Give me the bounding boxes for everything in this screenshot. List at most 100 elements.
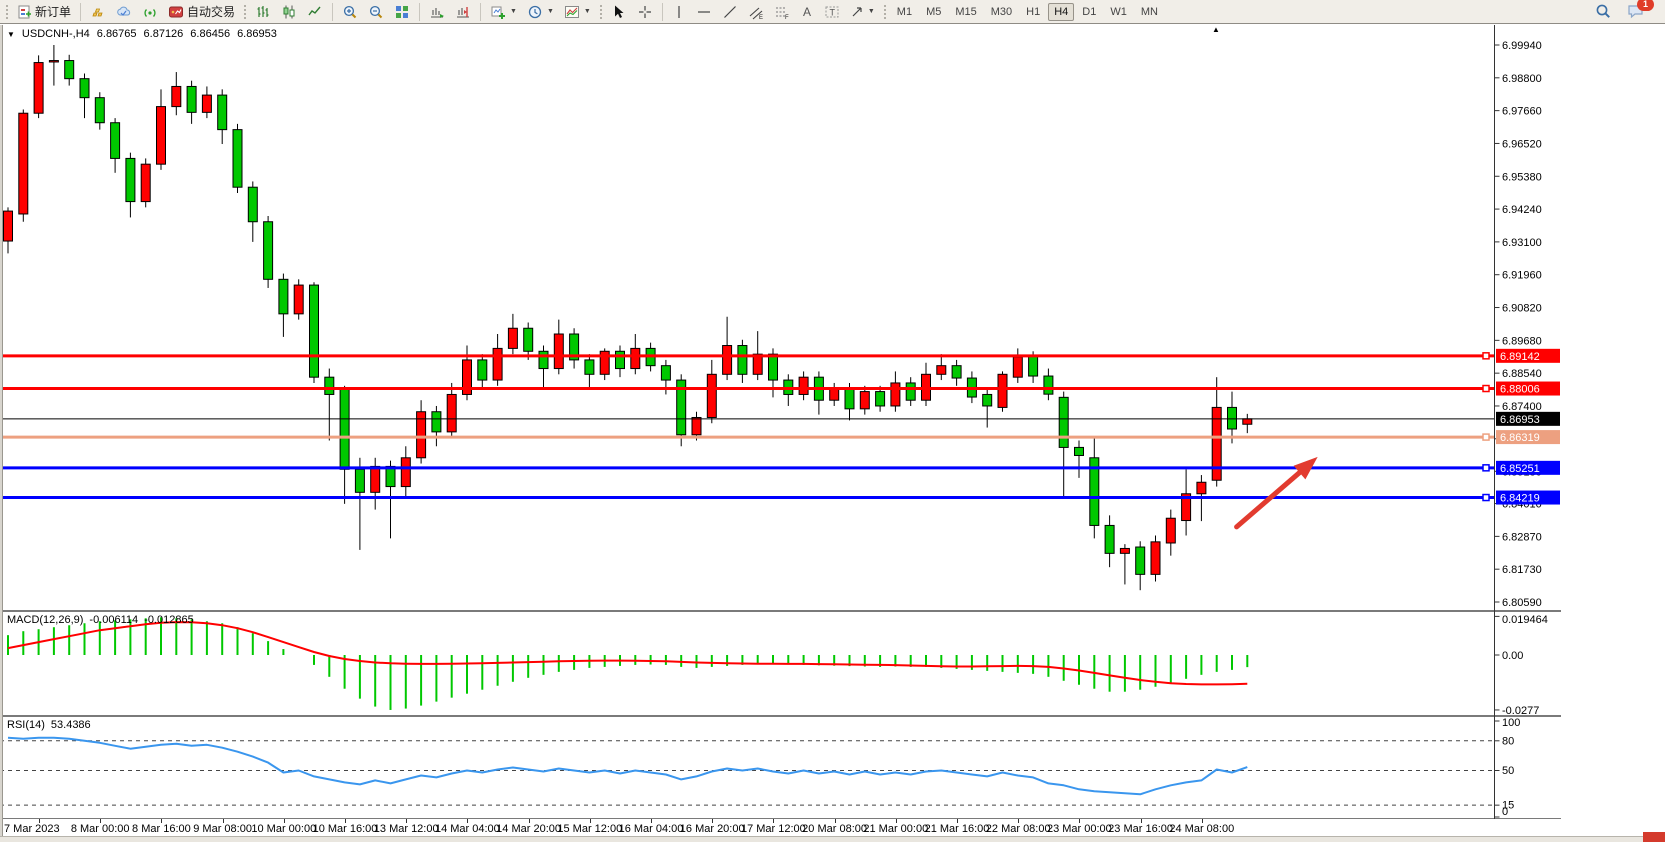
scroll-position-marker-icon: ▲ (1212, 25, 1220, 34)
svg-text:6.96520: 6.96520 (1502, 138, 1542, 150)
new-order-button[interactable]: 新订单 (13, 1, 75, 23)
channel-icon: E (748, 4, 764, 20)
tile-windows-button[interactable] (390, 1, 414, 23)
svg-text:6.89680: 6.89680 (1502, 335, 1542, 347)
text-icon: A (800, 4, 814, 20)
svg-text:6.85251: 6.85251 (1500, 463, 1540, 475)
close-value: 6.86953 (237, 28, 277, 40)
new-chart-button[interactable]: ▼ (486, 1, 521, 23)
zoom-out-button[interactable] (364, 1, 388, 23)
svg-text:50: 50 (1502, 765, 1514, 777)
chevron-down-icon: ▼ (547, 8, 554, 15)
search-button[interactable] (1591, 1, 1616, 23)
timeframe-w1[interactable]: W1 (1104, 3, 1133, 21)
toolbar-grip[interactable] (883, 4, 887, 20)
notifications-button[interactable]: 1 (1623, 1, 1649, 23)
high-value: 6.87126 (144, 28, 184, 40)
macd-panel[interactable]: 0.0194640.00-0.0277 (0, 611, 1561, 716)
macd-main-value: -0.006114 (89, 614, 138, 626)
svg-text:6.82870: 6.82870 (1502, 531, 1542, 543)
timeframe-mn[interactable]: MN (1135, 3, 1164, 21)
arrows-button[interactable]: ▼ (846, 1, 879, 23)
timeframe-m5[interactable]: M5 (920, 3, 947, 21)
macd-indicator-label: MACD(12,26,9) -0.006114 -0.012865 (7, 614, 194, 626)
cursor-button[interactable] (607, 1, 631, 23)
crosshair-button[interactable] (633, 1, 657, 23)
mt4-terminal: 新订单 自动交易 (0, 0, 1665, 842)
svg-text:6.95380: 6.95380 (1502, 171, 1542, 183)
line-chart-button[interactable] (303, 1, 327, 23)
gold-bars-icon (90, 4, 106, 20)
rsi-panel[interactable]: 1008050150 (0, 716, 1561, 819)
vertical-line-button[interactable] (668, 1, 690, 23)
new-order-label: 新订单 (35, 3, 71, 20)
separator (662, 3, 663, 21)
svg-text:0.019464: 0.019464 (1502, 614, 1548, 626)
bar-chart-button[interactable] (251, 1, 275, 23)
timeframe-m1[interactable]: M1 (891, 3, 918, 21)
zoom-in-button[interactable] (338, 1, 362, 23)
horizontal-line-button[interactable] (692, 1, 716, 23)
text-label-icon: T (824, 4, 840, 20)
time-label: 23 Mar 16:00 (1108, 823, 1173, 835)
rsi-indicator-label: RSI(14) 53.4386 (7, 719, 91, 731)
timeframe-d1[interactable]: D1 (1076, 3, 1102, 21)
chart-shift-button[interactable] (451, 1, 475, 23)
tile-windows-icon (394, 4, 410, 20)
autotrading-icon (168, 4, 184, 20)
svg-text:6.97660: 6.97660 (1502, 106, 1542, 118)
gold-button[interactable] (86, 1, 110, 23)
svg-text:A: A (803, 5, 811, 19)
svg-text:6.86953: 6.86953 (1500, 414, 1540, 426)
time-label: 8 Mar 00:00 (71, 823, 130, 835)
auto-scroll-button[interactable] (425, 1, 449, 23)
periods-button[interactable]: ▼ (523, 1, 558, 23)
fibonacci-button[interactable]: F (770, 1, 794, 23)
line-chart-icon (307, 4, 323, 20)
market-button[interactable] (112, 1, 136, 23)
text-button[interactable]: A (796, 1, 818, 23)
timeframe-m30[interactable]: M30 (985, 3, 1018, 21)
separator (80, 3, 81, 21)
text-label-button[interactable]: T (820, 1, 844, 23)
separator (332, 3, 333, 21)
horizontal-line-icon (696, 4, 712, 20)
timeframe-h4[interactable]: H4 (1048, 3, 1074, 21)
svg-text:0: 0 (1502, 806, 1508, 818)
chart-window: ▼ USDCNH-,H4 6.86765 6.87126 6.86456 6.8… (0, 25, 1561, 836)
toolbar-grip[interactable] (5, 4, 9, 20)
time-label: 17 Mar 12:00 (741, 823, 806, 835)
candle-chart-button[interactable] (277, 1, 301, 23)
time-label: 22 Mar 08:00 (986, 823, 1051, 835)
toolbar-grip[interactable] (243, 4, 247, 20)
svg-text:6.94240: 6.94240 (1502, 204, 1542, 216)
time-label: 13 Mar 12:00 (374, 823, 439, 835)
timeframe-m15[interactable]: M15 (949, 3, 982, 21)
fibonacci-icon: F (774, 4, 790, 20)
taskbar-fragment (1643, 832, 1665, 842)
chevron-down-icon: ▼ (584, 8, 591, 15)
svg-text:T: T (829, 7, 835, 17)
arrow-objects-icon (850, 4, 864, 20)
time-axis[interactable]: 7 Mar 20238 Mar 00:008 Mar 16:009 Mar 08… (0, 819, 1561, 836)
autotrading-button[interactable]: 自动交易 (164, 1, 239, 23)
time-label: 14 Mar 20:00 (496, 823, 561, 835)
svg-text:0.00: 0.00 (1502, 650, 1523, 662)
time-label: 23 Mar 00:00 (1047, 823, 1112, 835)
cloud-icon (116, 4, 132, 20)
timeframe-h1[interactable]: H1 (1020, 3, 1046, 21)
equidistant-channel-button[interactable]: E (744, 1, 768, 23)
new-chart-icon (490, 4, 506, 20)
main-price-chart[interactable]: 6.999406.988006.976606.965206.953806.942… (0, 25, 1561, 611)
chart-ohlc-header[interactable]: ▼ USDCNH-,H4 6.86765 6.87126 6.86456 6.8… (7, 28, 277, 40)
svg-text:6.81730: 6.81730 (1502, 564, 1542, 576)
auto-scroll-icon (429, 4, 445, 20)
templates-button[interactable]: ▼ (560, 1, 595, 23)
zoom-out-icon (368, 4, 384, 20)
signals-button[interactable] (138, 1, 162, 23)
time-label: 21 Mar 00:00 (863, 823, 928, 835)
zoom-in-icon (342, 4, 358, 20)
toolbar-grip[interactable] (599, 4, 603, 20)
trendline-button[interactable] (718, 1, 742, 23)
chevron-down-icon: ▼ (868, 8, 875, 15)
